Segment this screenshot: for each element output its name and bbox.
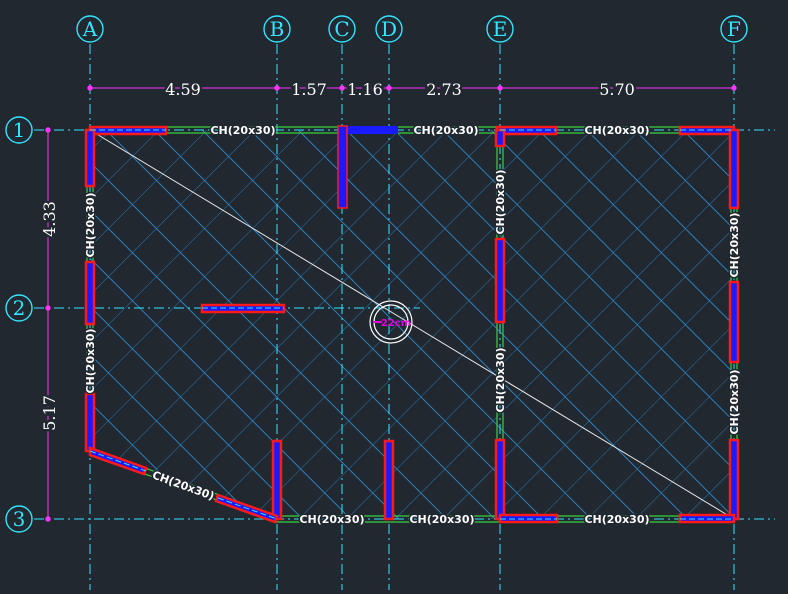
grid-label-D: D [381, 17, 397, 41]
dim-text-DE: 2.73 [426, 80, 462, 99]
column-A1-vertical [84, 128, 96, 188]
dim-text-EF: 5.70 [599, 80, 635, 99]
dim-text-23: 5.17 [40, 395, 59, 431]
column-B3 [271, 439, 283, 521]
beam-label-F-12: CH(20x30) [728, 212, 741, 277]
column-E3-vertical [494, 438, 506, 521]
column-A3-vertical [84, 392, 96, 453]
beam-label-E-23: CH(20x30) [494, 347, 507, 412]
beam-label-3-DE: CH(20x30) [409, 513, 474, 526]
beam-label-F-23: CH(20x30) [728, 369, 741, 434]
column-E2 [494, 237, 506, 324]
slab-thickness-label: 22cm [381, 318, 411, 329]
column-A2 [84, 260, 96, 326]
grid-label-E: E [493, 17, 508, 41]
column-D3 [383, 439, 395, 521]
beam-label-E-12: CH(20x30) [494, 169, 507, 234]
grid-label-C: C [334, 17, 349, 41]
column-F2 [728, 280, 740, 364]
beam-label-A-23: CH(20x30) [84, 328, 97, 393]
grid-label-3: 3 [13, 507, 26, 531]
column-E1-vertical [494, 128, 506, 148]
dim-text-12: 4.33 [40, 201, 59, 237]
beam-label-3-BD: CH(20x30) [299, 513, 364, 526]
grid-label-2: 2 [13, 296, 26, 320]
grid-label-1: 1 [13, 118, 26, 142]
column-F3-vertical [728, 438, 740, 521]
dim-text-CD: 1.16 [347, 80, 383, 99]
dim-text-AB: 4.59 [165, 80, 201, 99]
grid-label-A: A [82, 17, 98, 41]
beam-label-3-EF: CH(20x30) [584, 513, 649, 526]
dim-text-BC: 1.57 [291, 80, 327, 99]
beam-label-1-AB: CH(20x30) [210, 124, 275, 137]
column-C1-vertical [337, 125, 348, 209]
cad-drawing-canvas[interactable]: A B C D E F 1 2 3 4.59 1.57 1.16 2.73 5.… [0, 0, 788, 594]
beam-label-1-EF: CH(20x30) [584, 124, 649, 137]
grid-label-B: B [270, 17, 285, 41]
grid-label-F: F [727, 17, 741, 41]
beam-label-1-DE: CH(20x30) [413, 124, 478, 137]
column-F1-vertical [728, 128, 740, 210]
beam-label-A-12: CH(20x30) [84, 192, 97, 257]
